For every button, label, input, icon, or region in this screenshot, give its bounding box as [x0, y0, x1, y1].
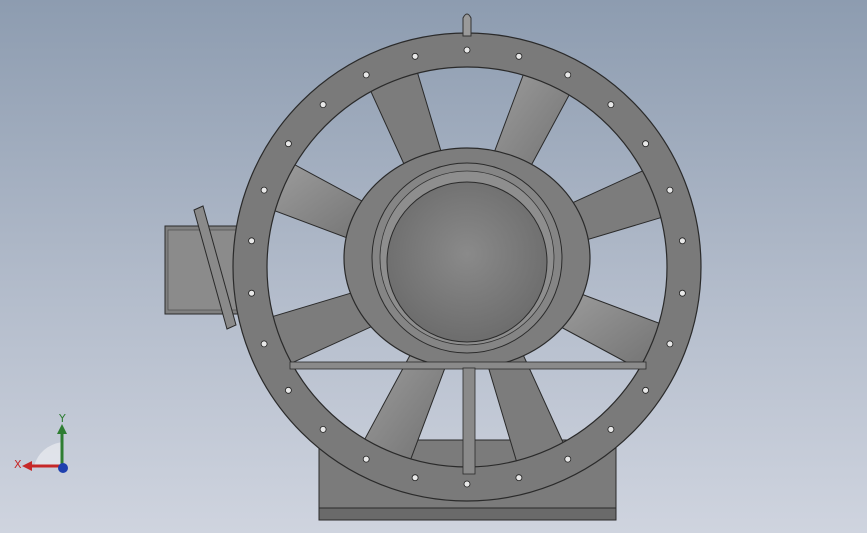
bolt-hole [515, 52, 523, 60]
bolt-hole [463, 46, 471, 54]
bolt-hole [679, 237, 686, 245]
bolt-hole [411, 52, 419, 60]
x-axis-label: X [14, 458, 22, 471]
bolt-hole [666, 340, 674, 348]
bolt-hole [515, 474, 523, 482]
lifting-eye [462, 13, 472, 37]
axis-triad: Y X [14, 412, 68, 473]
x-axis-arrowhead [22, 461, 32, 471]
bolt-hole [679, 289, 686, 297]
bolt-hole [284, 386, 292, 394]
fan-hub [343, 147, 591, 369]
bolt-hole [642, 386, 649, 394]
bolt-hole [260, 186, 268, 194]
bolt-hole [260, 340, 268, 348]
bolt-hole [666, 186, 674, 194]
bolt-hole [564, 71, 572, 79]
bolt-hole [607, 101, 615, 108]
bolt-hole [607, 425, 615, 433]
bolt-hole [248, 237, 256, 245]
bolt-hole [362, 71, 370, 79]
y-axis-label: Y [58, 412, 66, 425]
bolt-hole [362, 455, 370, 463]
bolt-hole [463, 480, 471, 488]
z-axis-dot [58, 463, 68, 473]
triad-plane-shade [34, 442, 62, 466]
bolt-hole [319, 425, 327, 433]
bolt-hole [284, 140, 292, 148]
bolt-hole [642, 140, 649, 148]
y-axis-arrowhead [57, 424, 67, 434]
3d-viewport[interactable] [0, 0, 867, 533]
bolt-hole [564, 455, 572, 463]
bolt-hole [248, 289, 256, 297]
bolt-hole [319, 101, 327, 108]
bolt-hole [411, 474, 419, 482]
